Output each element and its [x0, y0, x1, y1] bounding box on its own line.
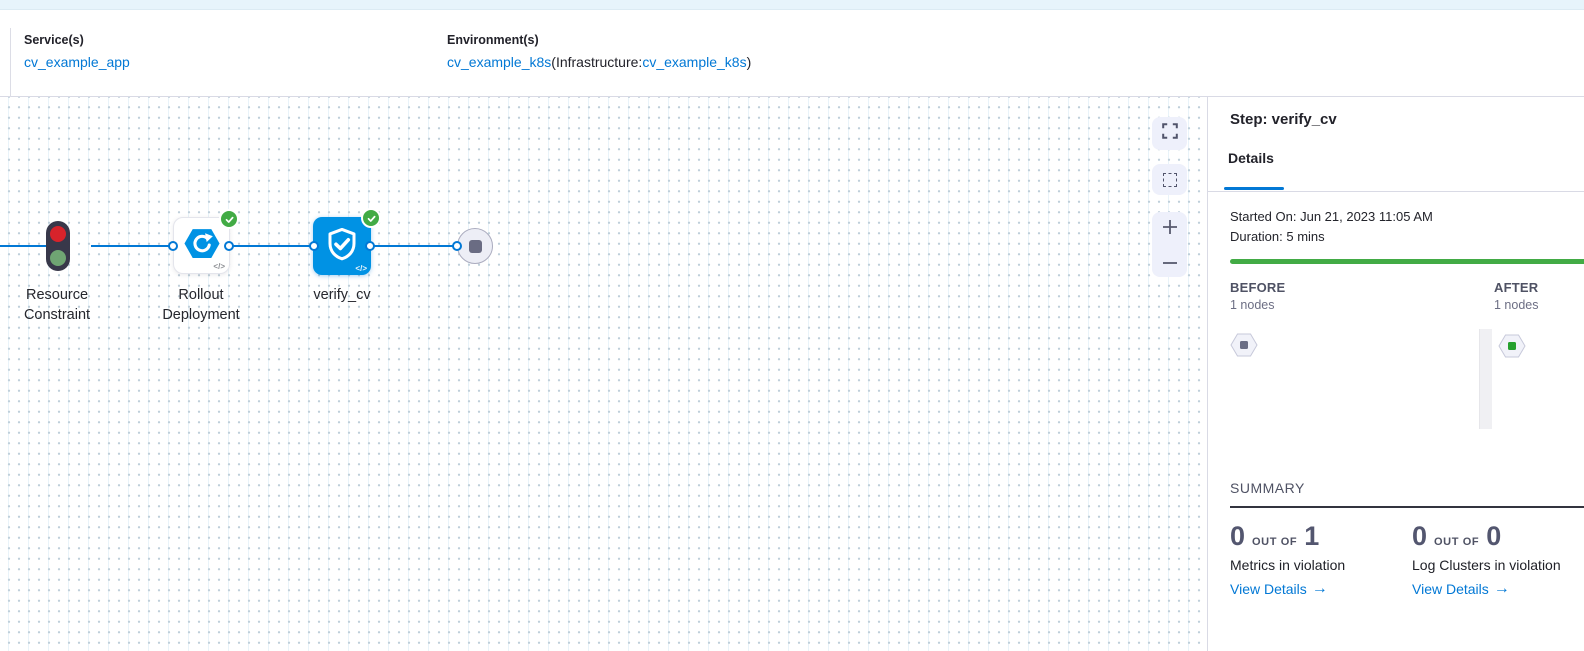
code-icon: </> [355, 264, 367, 273]
rollout-deployment-label: Rollout Deployment [151, 285, 251, 325]
tab-active-underline [1224, 187, 1284, 190]
metrics-total-value: 1 [1304, 521, 1319, 552]
rollout-deployment-node[interactable]: </> [173, 217, 230, 274]
app-root: Service(s) cv_example_app Environment(s)… [0, 0, 1584, 651]
tab-row-border [1208, 191, 1584, 192]
environment-line: cv_example_k8s(Infrastructure:cv_example… [447, 54, 751, 72]
port [309, 241, 319, 251]
port [452, 241, 462, 251]
edge-rollout-to-verify [230, 245, 314, 247]
after-label: AFTER [1494, 280, 1538, 295]
port [224, 241, 234, 251]
marquee-select-button[interactable] [1152, 164, 1187, 195]
stop-icon [469, 240, 482, 253]
environments-section: Environment(s) cv_example_k8s(Infrastruc… [447, 33, 751, 72]
infrastructure-suffix: ) [747, 54, 752, 70]
edge-verify-to-end [371, 245, 457, 247]
arrow-right-icon: → [1312, 580, 1328, 598]
success-check-icon [219, 209, 239, 229]
code-icon: </> [213, 262, 225, 271]
logs-numbers: 0 OUT OF 0 [1412, 521, 1584, 553]
after-node-hexagon[interactable] [1498, 334, 1526, 363]
before-node-hexagon[interactable] [1230, 333, 1258, 362]
before-label: BEFORE [1230, 280, 1285, 295]
execution-context-bar: Service(s) cv_example_app Environment(s)… [0, 10, 1584, 97]
out-of-label: OUT OF [1434, 536, 1479, 548]
duration-text: Duration: 5 mins [1230, 229, 1325, 244]
success-check-icon [361, 208, 381, 228]
shield-check-icon [324, 225, 360, 268]
started-on-text: Started On: Jun 21, 2023 11:05 AM [1230, 209, 1433, 224]
view-details-label: View Details [1230, 581, 1307, 597]
logs-total-value: 0 [1486, 521, 1501, 552]
k8s-rollout-icon [183, 227, 221, 265]
metrics-violation-value: 0 [1230, 521, 1245, 552]
step-details-panel: Step: verify_cv Details Started On: Jun … [1207, 97, 1584, 651]
pipeline-canvas[interactable]: Resource Constraint </> Rollout Deployme… [0, 97, 1207, 651]
summary-heading: SUMMARY [1230, 480, 1305, 496]
logs-violation-value: 0 [1412, 521, 1427, 552]
top-strip [0, 0, 1584, 10]
before-node-count: 1 nodes [1230, 298, 1274, 312]
edge-constraint-to-rollout [91, 245, 173, 247]
traffic-light-red-icon [50, 226, 66, 242]
metrics-numbers: 0 OUT OF 1 [1230, 521, 1410, 553]
resource-constraint-label: Resource Constraint [7, 285, 107, 325]
metrics-view-details-link[interactable]: View Details → [1230, 580, 1328, 598]
port [365, 241, 375, 251]
marquee-select-icon [1163, 173, 1177, 187]
node-list-scrollbar[interactable] [1479, 329, 1492, 429]
fullscreen-icon [1162, 123, 1178, 144]
summary-underline [1230, 506, 1584, 508]
logs-view-details-link[interactable]: View Details → [1412, 580, 1510, 598]
services-section: Service(s) cv_example_app [24, 33, 130, 72]
fullscreen-button[interactable] [1152, 117, 1187, 150]
view-details-label: View Details [1412, 581, 1489, 597]
verification-progress-bar [1230, 259, 1584, 264]
environments-label: Environment(s) [447, 33, 751, 47]
environment-link[interactable]: cv_example_k8s [447, 54, 551, 70]
traffic-light-green-icon [50, 250, 66, 266]
zoom-out-icon[interactable] [1161, 253, 1179, 271]
log-clusters-violation-stat: 0 OUT OF 0 Log Clusters in violation Vie… [1412, 521, 1584, 599]
logs-caption: Log Clusters in violation [1412, 557, 1584, 573]
verify-cv-node[interactable]: </> [313, 217, 371, 275]
resource-constraint-node[interactable] [46, 221, 70, 271]
pipeline-end-node[interactable] [457, 228, 493, 264]
after-node-count: 1 nodes [1494, 298, 1538, 312]
arrow-right-icon: → [1494, 580, 1510, 598]
port [168, 241, 178, 251]
header-left-divider [10, 28, 11, 97]
edge-incoming [0, 245, 47, 247]
verify-cv-label: verify_cv [272, 285, 412, 305]
metrics-violation-stat: 0 OUT OF 1 Metrics in violation View Det… [1230, 521, 1410, 599]
services-label: Service(s) [24, 33, 130, 47]
out-of-label: OUT OF [1252, 536, 1297, 548]
panel-title: Step: verify_cv [1230, 111, 1337, 128]
metrics-caption: Metrics in violation [1230, 557, 1410, 573]
tab-details[interactable]: Details [1228, 150, 1274, 166]
service-link[interactable]: cv_example_app [24, 54, 130, 70]
zoom-in-icon[interactable] [1161, 218, 1179, 241]
zoom-controls [1152, 212, 1187, 277]
infrastructure-prefix: (Infrastructure: [551, 54, 642, 70]
infrastructure-link[interactable]: cv_example_k8s [642, 54, 746, 70]
